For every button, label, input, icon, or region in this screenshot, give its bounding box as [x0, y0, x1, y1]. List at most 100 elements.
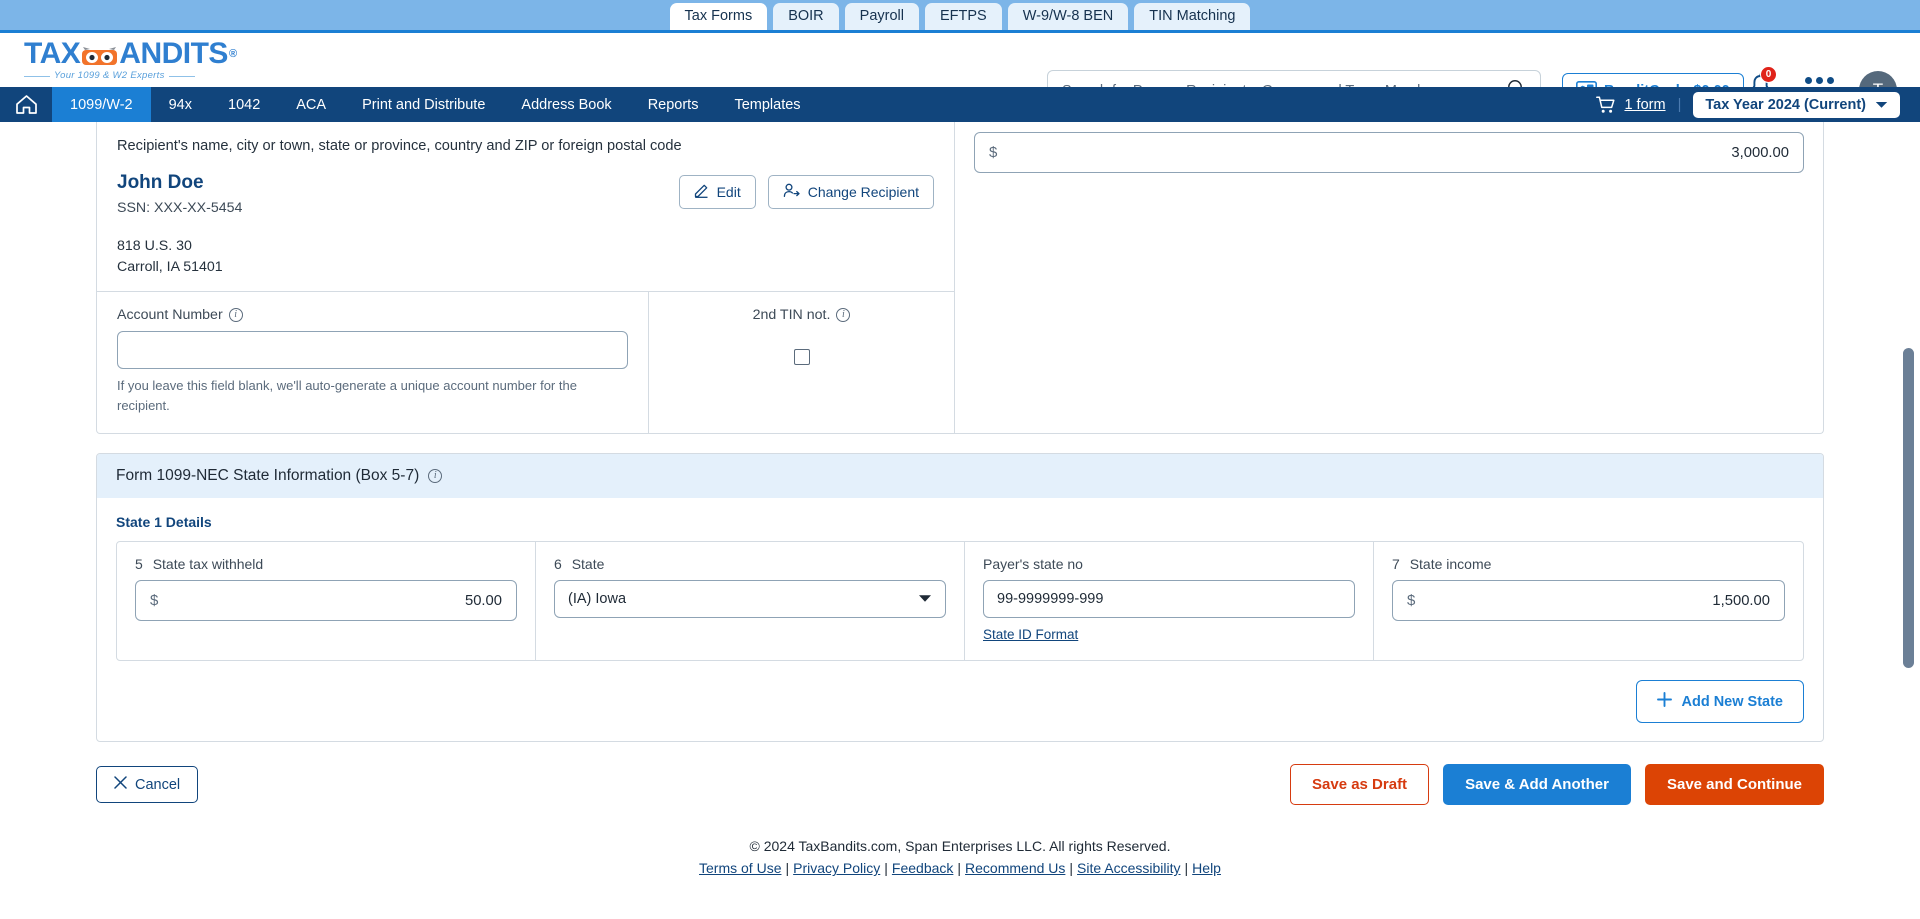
state-information-panel: Form 1099-NEC State Information (Box 5-7…: [96, 453, 1824, 743]
state-tax-withheld-label-group: 5 State tax withheld: [135, 556, 517, 572]
apps-dot: [1827, 77, 1834, 84]
payer-state-no-label-group: Payer's state no: [983, 556, 1355, 572]
change-recipient-label: Change Recipient: [807, 184, 919, 200]
tab-payroll[interactable]: Payroll: [844, 2, 919, 30]
page-scrollbar-track[interactable]: [1903, 88, 1917, 919]
state-fields-grid: 5 State tax withheld $ 6 State: [116, 541, 1804, 662]
nav-item-address-book[interactable]: Address Book: [503, 87, 629, 122]
footer-links: Terms of Use | Privacy Policy | Feedback | Rec…: [0, 860, 1920, 876]
account-number-input[interactable]: [117, 331, 628, 370]
footer-link-privacy-policy[interactable]: Privacy Policy: [793, 860, 880, 876]
state-information-title: Form 1099-NEC State Information (Box 5-7…: [116, 467, 420, 485]
account-number-label: Account Number: [117, 307, 223, 324]
payer-state-no-input[interactable]: [983, 580, 1355, 619]
state-dropdown[interactable]: (IA) Iowa: [554, 580, 946, 619]
bandit-mask-icon: [81, 44, 118, 65]
state-1-details-title: State 1 Details: [116, 514, 212, 531]
save-and-continue-button[interactable]: Save and Continue: [1644, 764, 1824, 806]
recipient-action-buttons: Edit Change Recipient: [678, 175, 934, 209]
currency-symbol: $: [989, 144, 998, 161]
info-icon[interactable]: i: [428, 469, 443, 484]
recipient-column: Recipient's name, city or town, state or…: [97, 122, 955, 434]
add-new-state-label: Add New State: [1681, 693, 1783, 710]
footer-separator: |: [1184, 860, 1189, 877]
state-income-label-group: 7 State income: [1392, 556, 1785, 572]
nav-item-1042[interactable]: 1042: [210, 87, 278, 122]
taxbandits-logo[interactable]: TAX ANDITS ® Your 1099 & W2 Experts: [24, 39, 237, 81]
footer-link-help[interactable]: Help: [1192, 860, 1221, 876]
nonemployee-compensation-input[interactable]: [1589, 144, 1789, 161]
tax-year-selector[interactable]: Tax Year 2024 (Current): [1693, 91, 1900, 118]
cart-form-count: 1 form: [1624, 96, 1666, 113]
second-tin-cell: 2nd TIN not. i: [649, 292, 954, 433]
logo-tagline: Your 1099 & W2 Experts: [24, 71, 237, 81]
state-id-format-link[interactable]: State ID Format: [983, 627, 1078, 642]
second-tin-checkbox[interactable]: [793, 349, 810, 366]
account-number-helper-text: If you leave this field blank, we'll aut…: [117, 378, 577, 413]
primary-action-buttons: Save as Draft Save & Add Another Save an…: [1290, 764, 1824, 806]
recipient-address-line1: 818 U.S. 30: [117, 238, 192, 254]
payer-state-no-cell: Payer's state no State ID Format: [965, 542, 1374, 661]
footer-link-terms-of-use[interactable]: Terms of Use: [699, 860, 781, 876]
edit-recipient-label: Edit: [716, 184, 741, 200]
chevron-down-icon: [1875, 97, 1888, 113]
state-income-label: State income: [1409, 556, 1492, 573]
save-and-add-another-button[interactable]: Save & Add Another: [1443, 764, 1631, 806]
state-select-cell: 6 State (IA) Iowa: [536, 542, 965, 661]
pencil-icon: [694, 183, 709, 201]
nav-item-templates[interactable]: Templates: [716, 87, 818, 122]
nav-item-94x[interactable]: 94x: [151, 87, 210, 122]
tab-boir[interactable]: BOIR: [773, 2, 839, 30]
page-scrollbar-thumb[interactable]: [1903, 348, 1914, 668]
cancel-button[interactable]: Cancel: [96, 766, 199, 804]
change-recipient-button[interactable]: Change Recipient: [767, 175, 934, 209]
payer-state-no-label: Payer's state no: [983, 556, 1083, 573]
account-number-cell: Account Number i If you leave this field…: [97, 292, 649, 434]
footer-separator: |: [957, 860, 962, 877]
state-income-box-number: 7: [1392, 556, 1400, 573]
tab-w9-w8ben[interactable]: W-9/W-8 BEN: [1007, 2, 1129, 30]
info-icon[interactable]: i: [836, 308, 851, 323]
close-icon: [114, 776, 127, 793]
nav-item-reports[interactable]: Reports: [630, 87, 717, 122]
state-income-field[interactable]: $: [1392, 580, 1785, 622]
page-footer: © 2024 TaxBandits.com, Span Enterprises …: [0, 838, 1920, 876]
tab-tin-matching[interactable]: TIN Matching: [1134, 2, 1251, 30]
state-tax-withheld-input[interactable]: [302, 592, 502, 609]
tax-year-label: Tax Year 2024 (Current): [1705, 96, 1866, 113]
tagline-text: Your 1099 & W2 Experts: [54, 70, 165, 82]
state-tax-withheld-field[interactable]: $: [135, 580, 517, 622]
tab-tax-forms[interactable]: Tax Forms: [669, 2, 768, 30]
edit-recipient-button[interactable]: Edit: [678, 175, 756, 209]
tagline-rule-left: [24, 75, 50, 77]
footer-link-recommend-us[interactable]: Recommend Us: [965, 860, 1065, 876]
info-icon[interactable]: i: [228, 308, 243, 323]
cart-link[interactable]: 1 form: [1596, 96, 1666, 114]
logo-text-bandits: ANDITS: [119, 37, 228, 71]
apps-dot: [1816, 77, 1823, 84]
user-switch-icon: [783, 183, 800, 201]
cancel-label: Cancel: [135, 776, 181, 793]
state-information-header: Form 1099-NEC State Information (Box 5-7…: [97, 454, 1823, 499]
home-icon[interactable]: [0, 87, 52, 122]
nav-item-1099-w2[interactable]: 1099/W-2: [52, 87, 151, 122]
account-row: Account Number i If you leave this field…: [97, 292, 954, 434]
currency-symbol: $: [1407, 592, 1416, 610]
state-label-group: 6 State: [554, 556, 946, 572]
state-income-cell: 7 State income $: [1374, 542, 1803, 660]
footer-separator: |: [1069, 860, 1074, 877]
save-as-draft-button[interactable]: Save as Draft: [1290, 764, 1430, 806]
state-income-input[interactable]: [1570, 592, 1770, 609]
plus-icon: [1657, 692, 1673, 711]
app-header: TAX ANDITS ® Your 1099 & W2 Experts Sear…: [0, 33, 1920, 111]
nav-item-aca[interactable]: ACA: [278, 87, 344, 122]
footer-link-feedback[interactable]: Feedback: [892, 860, 953, 876]
add-new-state-button[interactable]: Add New State: [1636, 680, 1804, 724]
nonemployee-compensation-field[interactable]: $: [974, 132, 1804, 173]
footer-link-site-accessibility[interactable]: Site Accessibility: [1077, 860, 1180, 876]
form-panel: Recipient's name, city or town, state or…: [0, 122, 1920, 743]
footer-separator: |: [785, 860, 790, 877]
tab-eftps[interactable]: EFTPS: [924, 2, 1002, 30]
nav-item-print-and-distribute[interactable]: Print and Distribute: [344, 87, 503, 122]
recipient-and-amount-card: Recipient's name, city or town, state or…: [96, 122, 1824, 435]
